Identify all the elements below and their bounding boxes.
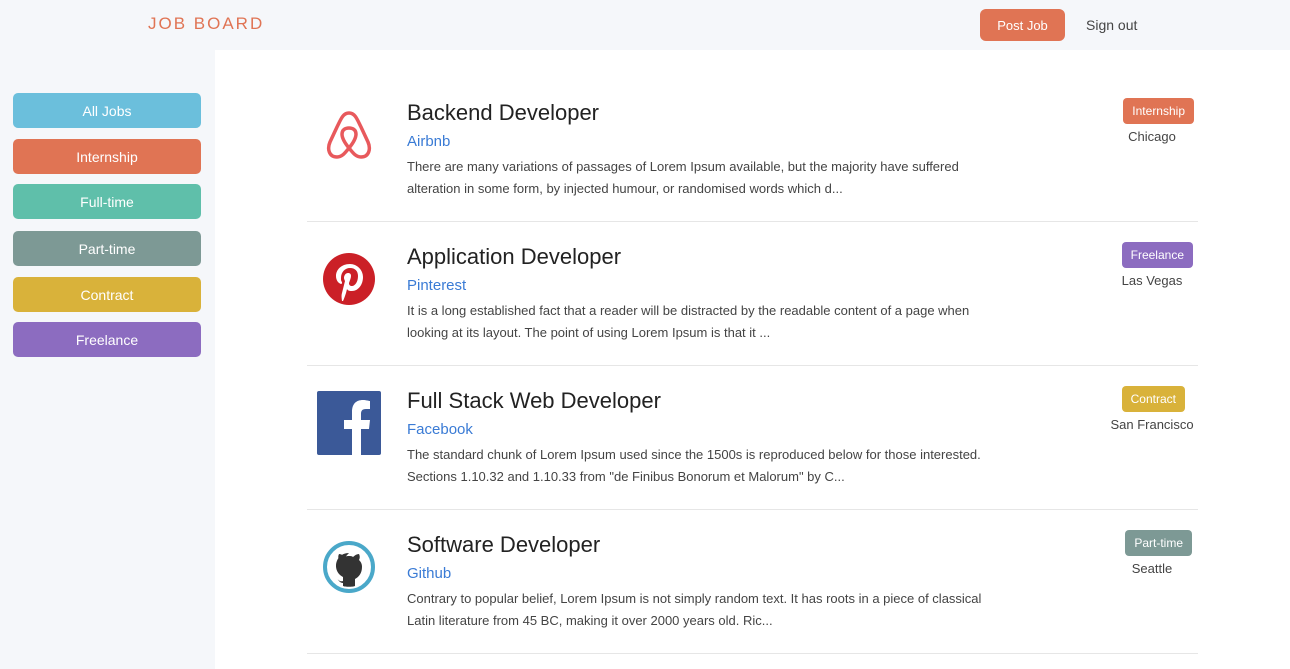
- brand-logo[interactable]: JOB BOARD: [148, 14, 264, 34]
- job-type-badge: Part-time: [1125, 530, 1192, 556]
- job-card[interactable]: Software Developer Github Contrary to po…: [307, 510, 1198, 654]
- job-card[interactable]: Application Developer Pinterest It is a …: [307, 222, 1198, 366]
- filter-full-time-button[interactable]: Full-time: [13, 184, 201, 219]
- company-link[interactable]: Airbnb: [407, 133, 450, 150]
- job-card[interactable]: Backend Developer Airbnb There are many …: [307, 78, 1198, 222]
- github-logo-icon: [317, 535, 381, 599]
- filter-part-time-button[interactable]: Part-time: [13, 231, 201, 266]
- job-description: There are many variations of passages of…: [407, 159, 959, 196]
- filter-all-jobs-button[interactable]: All Jobs: [13, 93, 201, 128]
- job-description: Contrary to popular belief, Lorem Ipsum …: [407, 591, 982, 628]
- top-navbar: JOB BOARD Post Job Sign out: [0, 0, 1290, 50]
- airbnb-logo-icon: [317, 103, 381, 167]
- job-type-badge: Internship: [1123, 98, 1194, 124]
- job-description: The standard chunk of Lorem Ipsum used s…: [407, 447, 981, 484]
- job-location: Seattle: [1131, 561, 1173, 576]
- job-title[interactable]: Full Stack Web Developer: [407, 388, 661, 414]
- job-type-badge: Freelance: [1121, 242, 1193, 268]
- company-link[interactable]: Pinterest: [407, 277, 466, 294]
- job-type-badge: Contract: [1121, 386, 1185, 412]
- sign-out-link[interactable]: Sign out: [1086, 17, 1137, 33]
- job-title[interactable]: Application Developer: [407, 244, 621, 270]
- post-job-button[interactable]: Post Job: [980, 9, 1065, 41]
- job-location: Chicago: [1128, 129, 1176, 144]
- job-list: Backend Developer Airbnb There are many …: [215, 50, 1290, 669]
- company-link[interactable]: Github: [407, 565, 451, 582]
- job-title[interactable]: Backend Developer: [407, 100, 599, 126]
- facebook-logo-icon: [317, 391, 381, 455]
- filter-freelance-button[interactable]: Freelance: [13, 322, 201, 357]
- job-location: Las Vegas: [1121, 273, 1183, 288]
- company-link[interactable]: Facebook: [407, 421, 473, 438]
- job-title[interactable]: Software Developer: [407, 532, 600, 558]
- job-location: San Francisco: [1110, 417, 1194, 432]
- job-description: It is a long established fact that a rea…: [407, 303, 970, 340]
- filter-internship-button[interactable]: Internship: [13, 139, 201, 174]
- sidebar: All Jobs Internship Full-time Part-time …: [0, 50, 215, 669]
- filter-contract-button[interactable]: Contract: [13, 277, 201, 312]
- job-card[interactable]: Full Stack Web Developer Facebook The st…: [307, 366, 1198, 510]
- pinterest-logo-icon: [317, 247, 381, 311]
